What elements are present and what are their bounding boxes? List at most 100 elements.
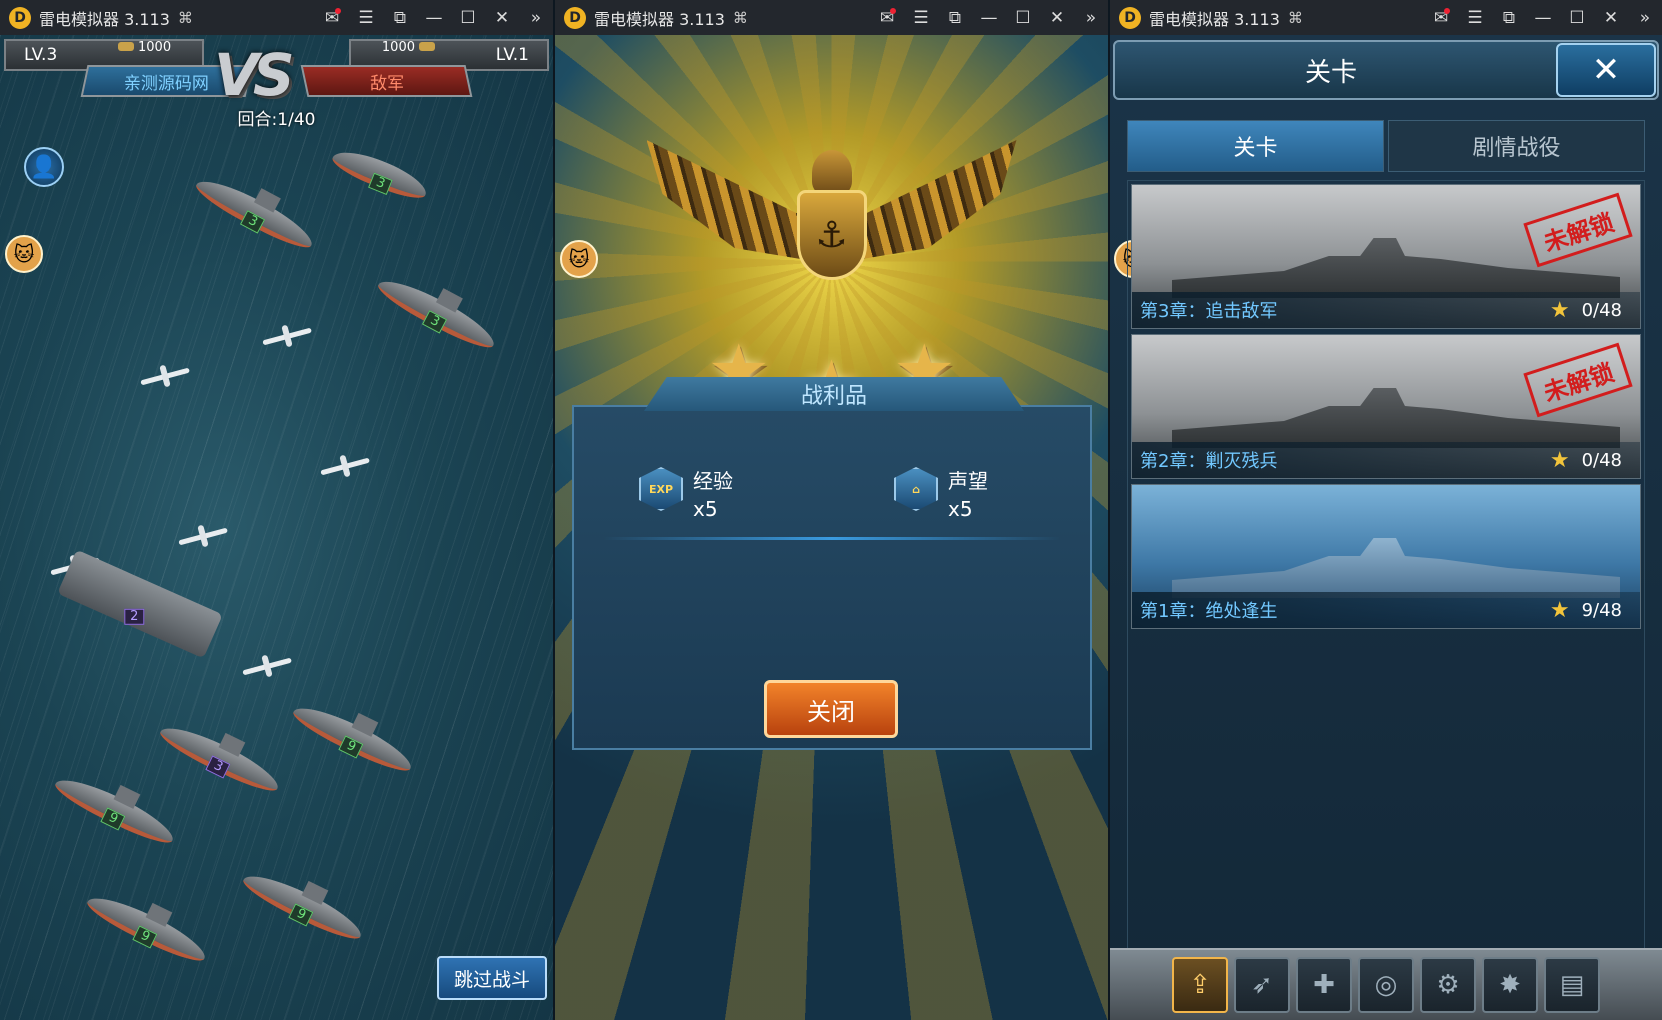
loot-panel: 战利品 EXP 经验 x5 ⌂ 声望 x5 关闭 [572, 377, 1092, 750]
window-title: 雷电模拟器 3.113 [39, 9, 170, 29]
menu-icon[interactable]: ☰ [1458, 0, 1492, 35]
stage-caption: 第1章：绝处逢生 ★ 9/48 [1132, 592, 1640, 628]
restore-window-icon[interactable]: ⧉ [1492, 0, 1526, 35]
stage-caption: 第2章：剿灭残兵 ★ 0/48 [1132, 442, 1640, 478]
stage-progress: 0/48 [1581, 299, 1622, 321]
prestige-icon: ⌂ [894, 467, 938, 511]
coin-icon [118, 42, 134, 51]
enemy-name-plate: 敌军 [300, 65, 473, 97]
mail-icon[interactable]: ✉ [870, 0, 904, 35]
explosion-icon[interactable]: ✸ [1482, 957, 1538, 1013]
stage-card-chapter-3[interactable]: 未解锁 第3章：追击敌军 ★ 0/48 [1131, 184, 1641, 329]
app-logo-icon: D [1119, 6, 1141, 29]
menu-icon[interactable]: ☰ [349, 0, 383, 35]
stage-list: 未解锁 第3章：追击敌军 ★ 0/48 未解锁 第2章：剿灭残兵 ★ 0/48 [1127, 180, 1645, 958]
player-name: 亲测源码网 [124, 73, 209, 94]
reward-amount: x5 [693, 497, 718, 521]
player-avatar-button[interactable]: 👤 [24, 147, 64, 187]
gamepad-icon[interactable]: ⌘ [178, 9, 193, 27]
gamepad-icon[interactable]: ⌘ [733, 9, 748, 27]
stage-card-chapter-1[interactable]: 第1章：绝处逢生 ★ 9/48 [1131, 484, 1641, 629]
repair-icon[interactable]: ✚ [1296, 957, 1352, 1013]
reward-label: 经验 [693, 469, 733, 493]
minimize-button[interactable]: — [972, 0, 1006, 35]
app-logo-icon: D [564, 6, 586, 29]
manual-icon[interactable]: ▤ [1544, 957, 1600, 1013]
minimize-button[interactable]: — [1526, 0, 1560, 35]
upgrade-icon[interactable]: ⇪ [1172, 957, 1228, 1013]
battle-screen: LV.3 LV.1 1000 1000 亲测源码网 敌军 VS 回合:1/40 … [0, 35, 553, 1020]
mail-icon[interactable]: ✉ [1424, 0, 1458, 35]
divider [604, 537, 1060, 540]
titlebar: D 雷电模拟器 3.113 ⌘ ✉ ☰ ⧉ — ☐ ✕ » [555, 0, 1108, 35]
player-gold-value: 1000 [138, 40, 172, 55]
round-counter: 回合:1/40 [237, 110, 316, 130]
menu-icon[interactable]: ☰ [904, 0, 938, 35]
enemy-gold: 1000 [382, 40, 435, 55]
stage-name: 第1章：绝处逢生 [1140, 601, 1278, 622]
expand-sidebar-icon[interactable]: » [1074, 0, 1108, 35]
ship-silhouette [1172, 538, 1620, 598]
star-icon: ★ [1549, 597, 1570, 623]
mail-icon[interactable]: ✉ [315, 0, 349, 35]
emulator-window-stages: D 雷电模拟器 3.113 ⌘ ✉ ☰ ⧉ — ☐ ✕ » 关卡 ✕ 🐱 关卡 … [1110, 0, 1662, 1020]
reward-text: 经验 x5 [693, 467, 733, 523]
maximize-button[interactable]: ☐ [451, 0, 485, 35]
shell-icon[interactable]: ➶ [1234, 957, 1290, 1013]
stage-progress: 9/48 [1581, 599, 1622, 621]
close-stage-button[interactable]: ✕ [1556, 43, 1656, 97]
titlebar: D 雷电模拟器 3.113 ⌘ ✉ ☰ ⧉ — ☐ ✕ » [1110, 0, 1662, 35]
stage-tabs: 关卡 剧情战役 [1127, 120, 1645, 172]
close-loot-button[interactable]: 关闭 [764, 680, 898, 738]
unit-level: 2 [124, 608, 145, 625]
tab-story-campaign[interactable]: 剧情战役 [1388, 120, 1645, 172]
star-icon: ★ [1549, 297, 1570, 323]
cat-assistant-icon[interactable]: 🐱 [5, 235, 43, 273]
close-button[interactable]: ✕ [1040, 0, 1074, 35]
stage-select-screen: 关卡 ✕ 🐱 关卡 剧情战役 未解锁 第3章：追击敌军 ★ 0/48 未解锁 第… [1110, 35, 1662, 1020]
coin-icon [419, 42, 435, 51]
engine-icon[interactable]: ⚙ [1420, 957, 1476, 1013]
reward-label: 声望 [948, 469, 988, 493]
restore-window-icon[interactable]: ⧉ [383, 0, 417, 35]
emulator-window-victory: D 雷电模拟器 3.113 ⌘ ✉ ☰ ⧉ — ☐ ✕ » 🐱 ⚓ ★ ★ ★ … [555, 0, 1108, 1020]
stage-name: 第3章：追击敌军 [1140, 301, 1278, 322]
radar-icon[interactable]: ◎ [1358, 957, 1414, 1013]
skip-battle-button[interactable]: 跳过战斗 [437, 956, 547, 1000]
vs-emblem: VS [214, 41, 295, 109]
reward-amount: x5 [948, 497, 973, 521]
loot-title: 战利品 [644, 377, 1024, 411]
maximize-button[interactable]: ☐ [1560, 0, 1594, 35]
stage-card-chapter-2[interactable]: 未解锁 第2章：剿灭残兵 ★ 0/48 [1131, 334, 1641, 479]
stage-name: 第2章：剿灭残兵 [1140, 451, 1278, 472]
victory-screen: 🐱 ⚓ ★ ★ ★ 战利品 EXP 经验 x5 ⌂ 声望 [555, 35, 1108, 1020]
rain-overlay [0, 35, 553, 1020]
stage-progress: 0/48 [1581, 449, 1622, 471]
eagle-head [811, 150, 852, 195]
close-button[interactable]: ✕ [485, 0, 519, 35]
expand-sidebar-icon[interactable]: » [519, 0, 553, 35]
enemy-name: 敌军 [369, 73, 404, 94]
cat-assistant-icon[interactable]: 🐱 [560, 240, 598, 278]
enemy-gold-value: 1000 [381, 40, 415, 55]
restore-window-icon[interactable]: ⧉ [938, 0, 972, 35]
expand-sidebar-icon[interactable]: » [1628, 0, 1662, 35]
eagle-emblem-icon: ⚓ [646, 130, 1017, 330]
close-button[interactable]: ✕ [1594, 0, 1628, 35]
bottom-toolbar: ⇪ ➶ ✚ ◎ ⚙ ✸ ▤ [1110, 948, 1662, 1020]
minimize-button[interactable]: — [417, 0, 451, 35]
emulator-window-battle: D 雷电模拟器 3.113 ⌘ ✉ ☰ ⧉ — ☐ ✕ » LV.3 LV.1 … [0, 0, 553, 1020]
maximize-button[interactable]: ☐ [1006, 0, 1040, 35]
reward-text: 声望 x5 [948, 467, 988, 523]
eagle-left-wing [646, 140, 807, 260]
eagle-right-wing [856, 140, 1017, 260]
exp-icon: EXP [639, 467, 683, 511]
reward-prestige: ⌂ 声望 x5 [894, 467, 988, 523]
app-logo-icon: D [9, 6, 31, 29]
tab-stages[interactable]: 关卡 [1127, 120, 1384, 172]
anchor-shield-icon: ⚓ [796, 190, 867, 280]
gamepad-icon[interactable]: ⌘ [1288, 9, 1303, 27]
window-title: 雷电模拟器 3.113 [1149, 9, 1280, 29]
locked-stamp: 未解锁 [1523, 192, 1633, 268]
page-title: 关卡 [1304, 57, 1357, 88]
